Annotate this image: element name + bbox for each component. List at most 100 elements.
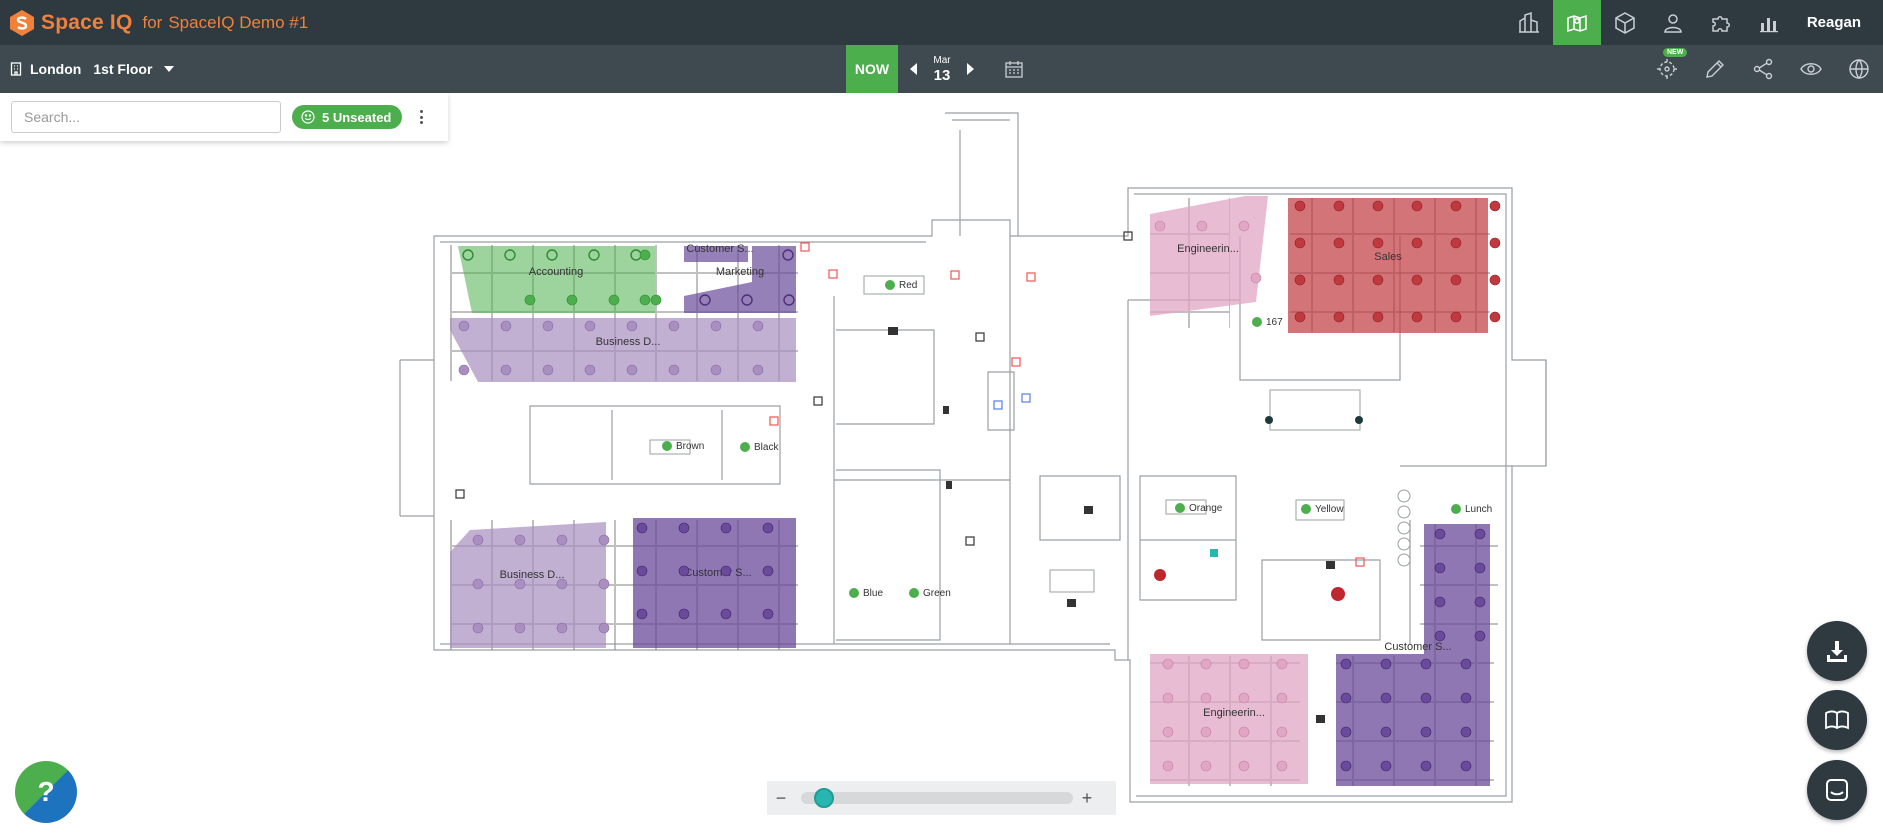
seat[interactable] (1489, 200, 1501, 212)
seat[interactable] (472, 534, 484, 546)
unseated-button[interactable]: 5 Unseated (292, 105, 403, 129)
seat[interactable] (1489, 311, 1501, 323)
seat[interactable] (1450, 274, 1462, 286)
seat[interactable] (1420, 760, 1432, 772)
seat[interactable] (1372, 237, 1384, 249)
download-button[interactable] (1807, 621, 1867, 681)
seat[interactable] (1340, 760, 1352, 772)
seat[interactable] (626, 364, 638, 376)
seat[interactable] (1200, 760, 1212, 772)
room-lunch[interactable]: Lunch (1451, 504, 1492, 515)
seat[interactable] (500, 320, 512, 332)
seat[interactable] (1340, 726, 1352, 738)
seat[interactable] (720, 608, 732, 620)
zone-engineering-top[interactable]: Engineerin... (1150, 196, 1268, 316)
room-red[interactable]: Red (885, 280, 917, 291)
brand[interactable]: Space IQ for SpaceIQ Demo #1 (8, 0, 308, 45)
seat[interactable] (598, 534, 610, 546)
nav-3d-view[interactable] (1601, 0, 1649, 45)
seat[interactable] (1450, 200, 1462, 212)
seat[interactable] (556, 622, 568, 634)
seat[interactable] (1372, 311, 1384, 323)
seat[interactable] (762, 522, 774, 534)
seat[interactable] (1238, 692, 1250, 704)
seat[interactable] (472, 578, 484, 590)
edit-tool[interactable] (1691, 45, 1739, 93)
seat[interactable] (1474, 528, 1486, 540)
seat[interactable] (1450, 237, 1462, 249)
seat[interactable] (1434, 528, 1446, 540)
seat[interactable] (1340, 692, 1352, 704)
seat[interactable] (584, 320, 596, 332)
seat[interactable] (752, 364, 764, 376)
auto-assign-tool[interactable]: NEW (1643, 45, 1691, 93)
seat[interactable] (762, 608, 774, 620)
seat[interactable] (1294, 274, 1306, 286)
seat[interactable] (1420, 692, 1432, 704)
seat[interactable] (752, 320, 764, 332)
seat[interactable] (1420, 658, 1432, 670)
seat[interactable] (720, 565, 732, 577)
seat[interactable] (1333, 237, 1345, 249)
seat[interactable] (762, 565, 774, 577)
seat[interactable] (1460, 760, 1472, 772)
seat[interactable] (1460, 692, 1472, 704)
seat[interactable] (1434, 596, 1446, 608)
seat[interactable] (556, 578, 568, 590)
zoom-in-button[interactable]: + (1073, 788, 1101, 809)
guide-button[interactable] (1807, 690, 1867, 750)
seat[interactable] (458, 320, 470, 332)
seat[interactable] (1420, 726, 1432, 738)
seat[interactable] (1380, 658, 1392, 670)
seat[interactable] (1380, 726, 1392, 738)
seat[interactable] (598, 622, 610, 634)
seat[interactable] (678, 565, 690, 577)
seat[interactable] (1460, 726, 1472, 738)
room-green[interactable]: Green (909, 588, 951, 599)
room-yellow[interactable]: Yellow (1301, 504, 1344, 515)
seat[interactable] (514, 534, 526, 546)
seat[interactable] (1434, 630, 1446, 642)
seat[interactable] (1238, 220, 1250, 232)
calendar-icon[interactable] (1004, 59, 1024, 79)
previous-day-icon[interactable] (910, 63, 917, 75)
seat[interactable] (500, 364, 512, 376)
seat[interactable] (1333, 274, 1345, 286)
view-options-tool[interactable] (1787, 45, 1835, 93)
seat[interactable] (1294, 237, 1306, 249)
seat[interactable] (1340, 658, 1352, 670)
nav-floor-map[interactable] (1552, 0, 1601, 45)
seat[interactable] (1474, 596, 1486, 608)
room-167[interactable]: 167 (1252, 317, 1283, 328)
room-black[interactable]: Black (740, 442, 779, 453)
now-button[interactable]: NOW (846, 45, 898, 93)
zone-customer-service-bottom[interactable]: Customer S... (633, 518, 796, 648)
seat[interactable] (608, 294, 620, 306)
seat[interactable] (1162, 760, 1174, 772)
seat[interactable] (710, 364, 722, 376)
seat[interactable] (650, 294, 662, 306)
seat[interactable] (584, 364, 596, 376)
seat[interactable] (668, 364, 680, 376)
seat[interactable] (1411, 237, 1423, 249)
seat[interactable] (1276, 658, 1288, 670)
seat[interactable] (1276, 726, 1288, 738)
seat[interactable] (1276, 692, 1288, 704)
seat[interactable] (1200, 726, 1212, 738)
chat-button[interactable] (1807, 760, 1867, 820)
seat[interactable] (542, 364, 554, 376)
seat[interactable] (1200, 692, 1212, 704)
seat[interactable] (1411, 200, 1423, 212)
next-day-icon[interactable] (967, 63, 974, 75)
seat[interactable] (668, 320, 680, 332)
seat[interactable] (1154, 220, 1166, 232)
seat[interactable] (556, 534, 568, 546)
seat[interactable] (720, 522, 732, 534)
seat[interactable] (1276, 760, 1288, 772)
seat[interactable] (636, 565, 648, 577)
seat[interactable] (636, 608, 648, 620)
seat[interactable] (1238, 726, 1250, 738)
zoom-slider[interactable] (801, 788, 1073, 808)
seat[interactable] (1294, 311, 1306, 323)
seat[interactable] (639, 249, 651, 261)
